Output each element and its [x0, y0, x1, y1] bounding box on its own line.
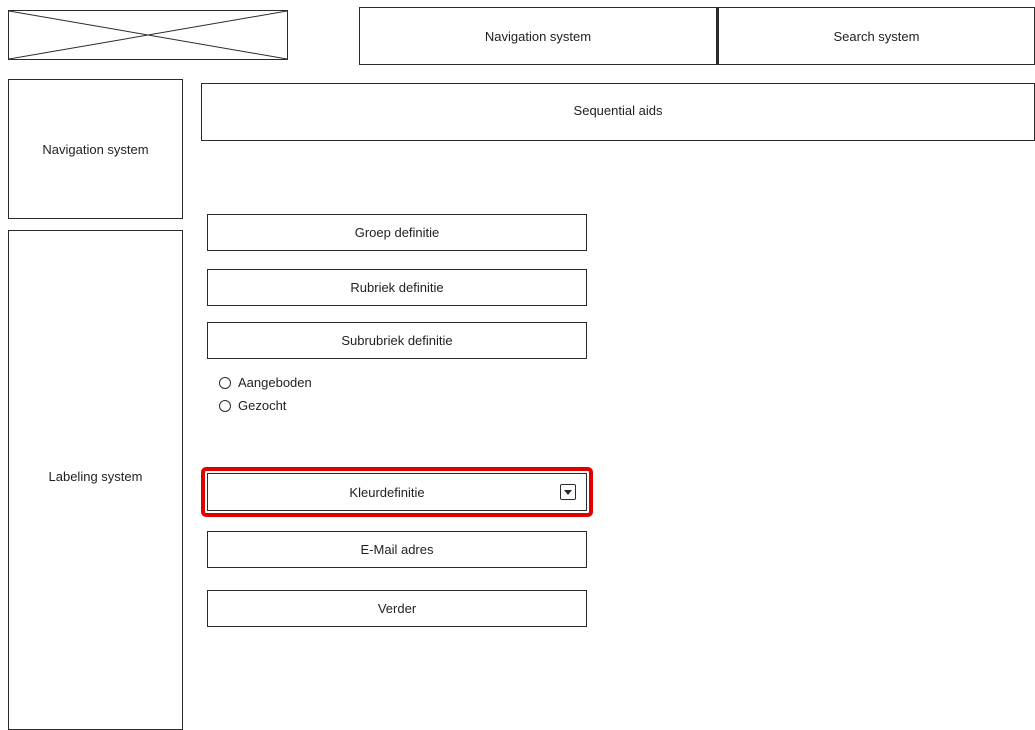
radio-aangeboden[interactable]: Aangeboden: [219, 375, 312, 390]
rubriek-definitie-label: Rubriek definitie: [350, 280, 444, 295]
radio-gezocht-label: Gezocht: [238, 398, 287, 413]
logo-placeholder: [8, 10, 288, 60]
sidebar-navigation-system[interactable]: Navigation system: [8, 79, 183, 219]
verder-button[interactable]: Verder: [207, 590, 587, 627]
groep-definitie-label: Groep definitie: [354, 225, 440, 240]
kleurdefinitie-selected-value: Kleurdefinitie: [349, 484, 425, 500]
radio-unchecked-icon[interactable]: [219, 399, 231, 412]
dropdown-toggle[interactable]: [560, 484, 576, 500]
image-placeholder-icon: [9, 11, 287, 59]
top-search-system[interactable]: Search system: [717, 7, 1035, 65]
sequential-aids-label: Sequential aids: [573, 103, 663, 118]
rubriek-definitie-field[interactable]: Rubriek definitie: [207, 269, 587, 306]
top-navigation-system[interactable]: Navigation system: [359, 7, 717, 65]
sidebar-navigation-label: Navigation system: [42, 141, 149, 157]
kleurdefinitie-dropdown[interactable]: Kleurdefinitie: [207, 473, 587, 511]
sequential-aids[interactable]: Sequential aids: [201, 83, 1035, 141]
verder-label: Verder: [377, 601, 417, 616]
subrubriek-definitie-field[interactable]: Subrubriek definitie: [207, 322, 587, 359]
sidebar-labeling-system: Labeling system: [8, 230, 183, 730]
email-label: E-Mail adres: [360, 542, 434, 557]
top-navigation-label: Navigation system: [484, 28, 592, 44]
top-search-label: Search system: [833, 28, 920, 44]
groep-definitie-field[interactable]: Groep definitie: [207, 214, 587, 251]
radio-aangeboden-label: Aangeboden: [238, 375, 312, 390]
radio-gezocht[interactable]: Gezocht: [219, 398, 286, 413]
radio-unchecked-icon[interactable]: [219, 376, 231, 389]
sidebar-labeling-label: Labeling system: [48, 468, 143, 484]
subrubriek-definitie-label: Subrubriek definitie: [341, 333, 453, 348]
chevron-down-icon: [564, 489, 572, 495]
email-field[interactable]: E-Mail adres: [207, 531, 587, 568]
